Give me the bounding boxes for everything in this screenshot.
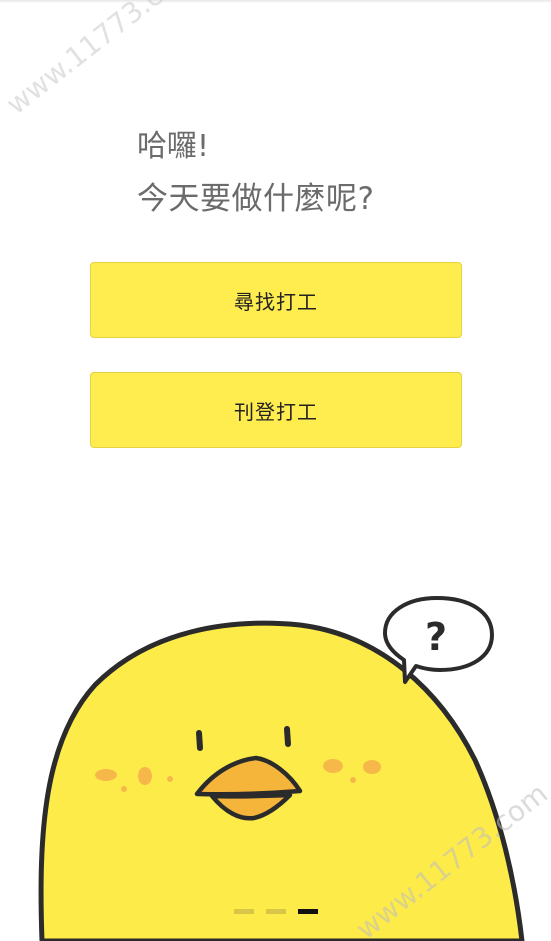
chick-left-blush (95, 767, 173, 792)
status-bar-shadow (0, 0, 551, 3)
watermark-top: www.11773.com (0, 0, 204, 122)
chick-left-eye (196, 730, 203, 751)
post-job-button[interactable]: 刊登打工 (90, 372, 462, 448)
chick-right-blush (323, 759, 381, 783)
page-indicator-dot-3-active[interactable] (298, 909, 318, 914)
speech-bubble: ? (383, 596, 494, 684)
chick-body (38, 620, 525, 941)
page-indicator-dot-1[interactable] (234, 909, 254, 914)
onboarding-screen: www.11773.com 哈囉! 今天要做什麼呢? 尋找打工 刊登打工 ? w… (0, 0, 551, 941)
find-job-label: 尋找打工 (234, 289, 318, 314)
post-job-label: 刊登打工 (234, 399, 318, 424)
chick-right-eye (284, 726, 291, 747)
chick-beak (194, 755, 303, 821)
page-indicator-dot-2[interactable] (266, 909, 286, 914)
find-job-button[interactable]: 尋找打工 (90, 262, 462, 338)
speech-bubble-question-mark: ? (425, 615, 447, 659)
greeting: 哈囉! 今天要做什麼呢? (137, 132, 374, 215)
page-indicator (234, 909, 318, 914)
watermark-bottom: www.11773.com (350, 776, 551, 941)
greeting-hello: 哈囉! (137, 129, 210, 164)
greeting-question: 今天要做什麼呢? (137, 181, 375, 217)
